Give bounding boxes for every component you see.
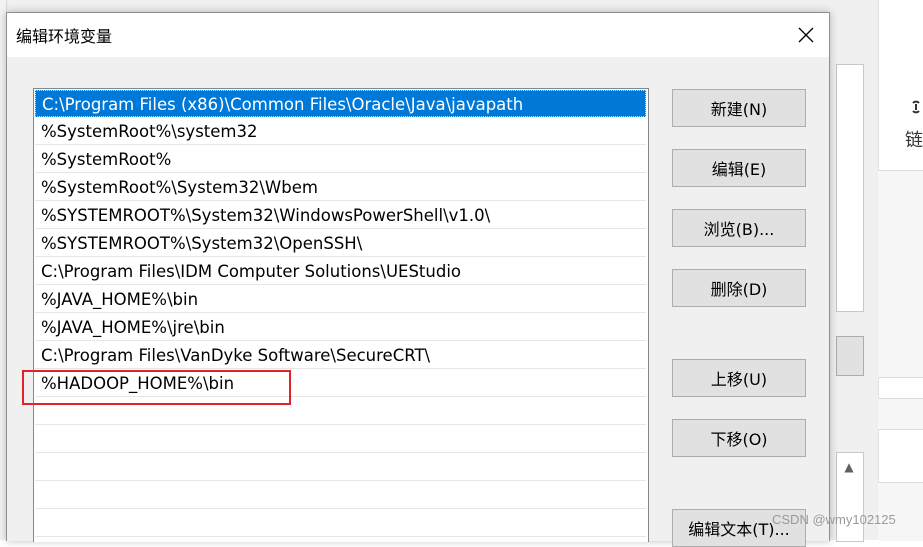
move-down-button[interactable]: 下移(O) [672, 419, 806, 457]
new-button[interactable]: 新建(N) [672, 89, 806, 127]
list-item[interactable]: %SYSTEMROOT%\System32\OpenSSH\ [35, 230, 646, 257]
empty-list-row[interactable] [35, 454, 646, 481]
link-icon [909, 98, 923, 121]
watermark: CSDN @wmy102125 [772, 512, 896, 527]
dialog-title: 编辑环境变量 [16, 27, 113, 46]
background-section [878, 170, 923, 378]
close-icon [798, 27, 814, 43]
browse-button[interactable]: 浏览(B)... [672, 209, 806, 247]
list-item[interactable]: %SYSTEMROOT%\System32\WindowsPowerShell\… [35, 202, 646, 229]
background-list-box [836, 64, 864, 312]
list-item[interactable]: C:\Program Files (x86)\Common Files\Orac… [35, 90, 646, 117]
close-button[interactable] [783, 13, 829, 57]
move-up-button[interactable]: 上移(U) [672, 359, 806, 397]
list-item[interactable]: %HADOOP_HOME%\bin [35, 370, 646, 397]
edit-button[interactable]: 编辑(E) [672, 149, 806, 187]
background-button [836, 336, 864, 376]
empty-list-row[interactable] [35, 510, 646, 537]
list-item[interactable]: %SystemRoot%\System32\Wbem [35, 174, 646, 201]
empty-list-row[interactable] [35, 482, 646, 509]
background-label-char: 链 [905, 130, 923, 151]
empty-list-row[interactable] [35, 426, 646, 453]
list-item[interactable]: %JAVA_HOME%\bin [35, 286, 646, 313]
background-section-2 [878, 398, 923, 430]
dialog-titlebar: 编辑环境变量 [7, 13, 829, 57]
list-item[interactable]: %JAVA_HOME%\jre\bin [35, 314, 646, 341]
list-item[interactable]: C:\Program Files\IDM Computer Solutions\… [35, 258, 646, 285]
empty-list-row[interactable] [35, 398, 646, 425]
list-item[interactable]: C:\Program Files\VanDyke Software\Secure… [35, 342, 646, 369]
edit-env-var-dialog: 编辑环境变量 C:\Program Files (x86)\Common Fil… [6, 12, 830, 547]
delete-button[interactable]: 删除(D) [672, 269, 806, 307]
list-item[interactable]: %SystemRoot% [35, 146, 646, 173]
list-item[interactable]: %SystemRoot%\system32 [35, 118, 646, 145]
scroll-up-arrow-icon: ▲ [844, 460, 854, 474]
path-list[interactable]: C:\Program Files (x86)\Common Files\Orac… [33, 88, 649, 542]
